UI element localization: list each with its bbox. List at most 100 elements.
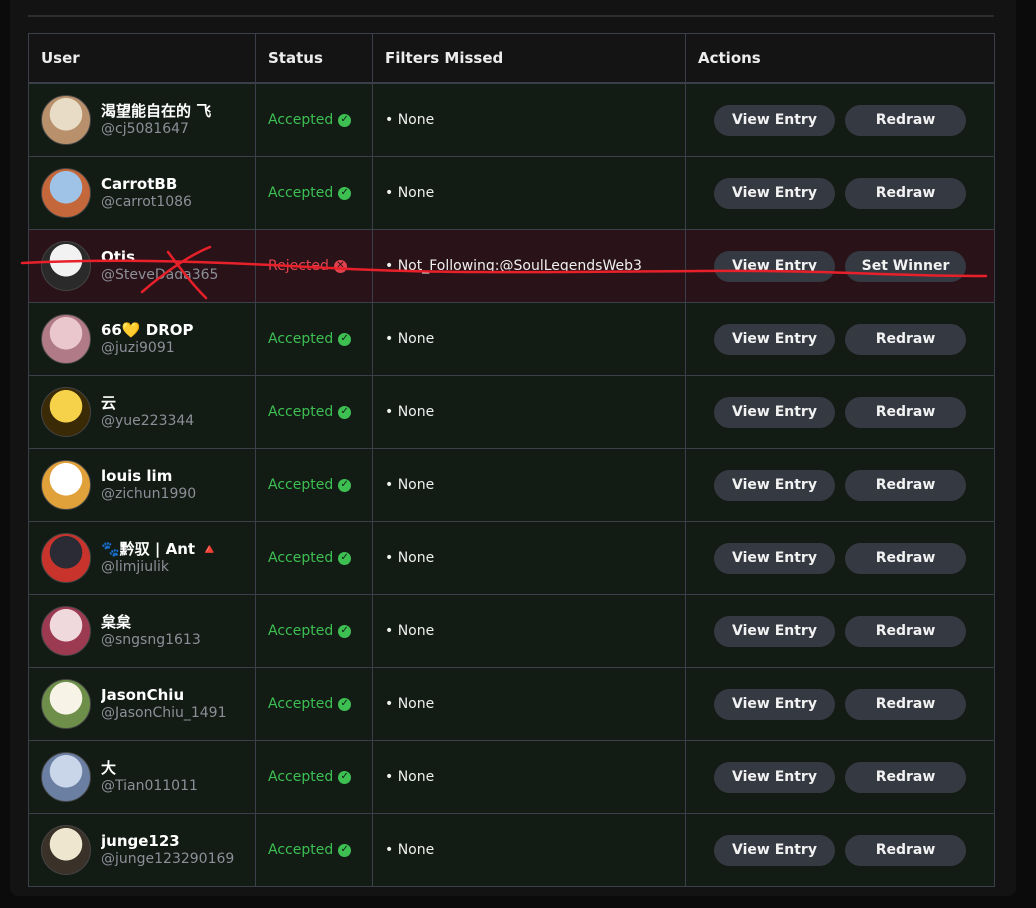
status-label: Accepted: [268, 477, 334, 493]
view-entry-button[interactable]: View Entry: [714, 250, 835, 282]
user-info: 大 @Tian011011: [41, 752, 243, 802]
column-header-actions: Actions: [685, 33, 995, 84]
avatar: [41, 241, 91, 291]
user-info: junge123 @junge123290169: [41, 825, 243, 875]
view-entry-button[interactable]: View Entry: [714, 396, 835, 428]
status-badge: Accepted ✓: [268, 696, 352, 712]
filters-missed: • None: [385, 331, 435, 347]
status-cell: Accepted ✓: [255, 82, 373, 157]
status-badge: Accepted ✓: [268, 404, 352, 420]
redraw-button[interactable]: Redraw: [845, 469, 966, 501]
set-winner-button[interactable]: Set Winner: [845, 250, 966, 282]
filters-cell: • Not_Following:@SoulLegendsWeb3: [372, 229, 686, 303]
check-circle-icon: ✓: [338, 770, 352, 784]
filters-cell: • None: [372, 82, 686, 157]
status-badge: Accepted ✓: [268, 185, 352, 201]
actions-cell: View Entry Redraw: [685, 156, 995, 230]
user-cell: junge123 @junge123290169: [28, 813, 256, 887]
filters-missed: • None: [385, 842, 435, 858]
status-cell: Accepted ✓: [255, 375, 373, 449]
display-name: 大: [101, 759, 117, 777]
status-cell: Accepted ✓: [255, 594, 373, 668]
view-entry-button[interactable]: View Entry: [714, 615, 835, 647]
user-cell: Otis @SteveDada365: [28, 229, 256, 303]
status-label: Accepted: [268, 842, 334, 858]
user-info: JasonChiu @JasonChiu_1491: [41, 679, 243, 729]
avatar: [41, 606, 91, 656]
status-cell: Accepted ✓: [255, 813, 373, 887]
user-handle: @Tian011011: [101, 778, 198, 794]
filters-cell: • None: [372, 448, 686, 522]
entries-table: User Status Filters Missed Actions 渴望能自在…: [28, 33, 995, 887]
redraw-button[interactable]: Redraw: [845, 615, 966, 647]
view-entry-button[interactable]: View Entry: [714, 542, 835, 574]
check-circle-icon: ✓: [338, 551, 352, 565]
user-info: 枲枲 @sngsng1613: [41, 606, 243, 656]
display-name: 枲枲: [101, 613, 132, 631]
view-entry-button[interactable]: View Entry: [714, 761, 835, 793]
status-label: Accepted: [268, 696, 334, 712]
view-entry-button[interactable]: View Entry: [714, 469, 835, 501]
status-label: Accepted: [268, 185, 334, 201]
status-cell: Accepted ✓: [255, 740, 373, 814]
status-badge: Accepted ✓: [268, 769, 352, 785]
avatar: [41, 387, 91, 437]
column-header-status: Status: [255, 33, 373, 84]
user-handle: @SteveDada365: [101, 267, 219, 283]
status-badge: Rejected ✕: [268, 258, 347, 274]
user-cell: 枲枲 @sngsng1613: [28, 594, 256, 668]
table-row: 66💛 DROP @juzi9091 Accepted ✓ • None Vie…: [28, 302, 995, 376]
user-cell: CarrotBB @carrot1086: [28, 156, 256, 230]
view-entry-button[interactable]: View Entry: [714, 323, 835, 355]
redraw-button[interactable]: Redraw: [845, 542, 966, 574]
filters-missed: • None: [385, 769, 435, 785]
filters-cell: • None: [372, 375, 686, 449]
status-badge: Accepted ✓: [268, 112, 352, 128]
status-cell: Accepted ✓: [255, 156, 373, 230]
table-row: JasonChiu @JasonChiu_1491 Accepted ✓ • N…: [28, 667, 995, 741]
display-name: CarrotBB: [101, 175, 178, 193]
user-cell: 🐾黔驭 | Ant 🔺 @limjiulik: [28, 521, 256, 595]
x-circle-icon: ✕: [333, 259, 347, 273]
display-name: junge123: [101, 832, 180, 850]
redraw-button[interactable]: Redraw: [845, 104, 966, 136]
status-cell: Rejected ✕: [255, 229, 373, 303]
redraw-button[interactable]: Redraw: [845, 761, 966, 793]
filters-cell: • None: [372, 740, 686, 814]
user-info: 云 @yue223344: [41, 387, 243, 437]
user-cell: 渴望能自在的 飞 @cj5081647: [28, 82, 256, 157]
user-info: louis lim @zichun1990: [41, 460, 243, 510]
redraw-button[interactable]: Redraw: [845, 323, 966, 355]
table-row: Otis @SteveDada365 Rejected ✕ • Not_Foll…: [28, 229, 995, 303]
filters-missed: • None: [385, 623, 435, 639]
status-cell: Accepted ✓: [255, 667, 373, 741]
table-row: 渴望能自在的 飞 @cj5081647 Accepted ✓ • None Vi…: [28, 82, 995, 157]
status-badge: Accepted ✓: [268, 623, 352, 639]
status-cell: Accepted ✓: [255, 521, 373, 595]
actions-cell: View Entry Redraw: [685, 594, 995, 668]
user-cell: 66💛 DROP @juzi9091: [28, 302, 256, 376]
redraw-button[interactable]: Redraw: [845, 396, 966, 428]
actions-cell: View Entry Redraw: [685, 82, 995, 157]
actions-cell: View Entry Redraw: [685, 740, 995, 814]
user-cell: 大 @Tian011011: [28, 740, 256, 814]
check-circle-icon: ✓: [338, 186, 352, 200]
user-handle: @sngsng1613: [101, 632, 201, 648]
status-label: Accepted: [268, 112, 334, 128]
table-row: louis lim @zichun1990 Accepted ✓ • None …: [28, 448, 995, 522]
status-cell: Accepted ✓: [255, 448, 373, 522]
user-handle: @zichun1990: [101, 486, 197, 502]
redraw-button[interactable]: Redraw: [845, 688, 966, 720]
filters-missed: • None: [385, 404, 435, 420]
actions-cell: View Entry Redraw: [685, 448, 995, 522]
redraw-button[interactable]: Redraw: [845, 834, 966, 866]
view-entry-button[interactable]: View Entry: [714, 177, 835, 209]
view-entry-button[interactable]: View Entry: [714, 834, 835, 866]
view-entry-button[interactable]: View Entry: [714, 688, 835, 720]
check-circle-icon: ✓: [338, 332, 352, 346]
check-circle-icon: ✓: [338, 478, 352, 492]
display-name: Otis: [101, 248, 135, 266]
redraw-button[interactable]: Redraw: [845, 177, 966, 209]
view-entry-button[interactable]: View Entry: [714, 104, 835, 136]
user-handle: @yue223344: [101, 413, 195, 429]
